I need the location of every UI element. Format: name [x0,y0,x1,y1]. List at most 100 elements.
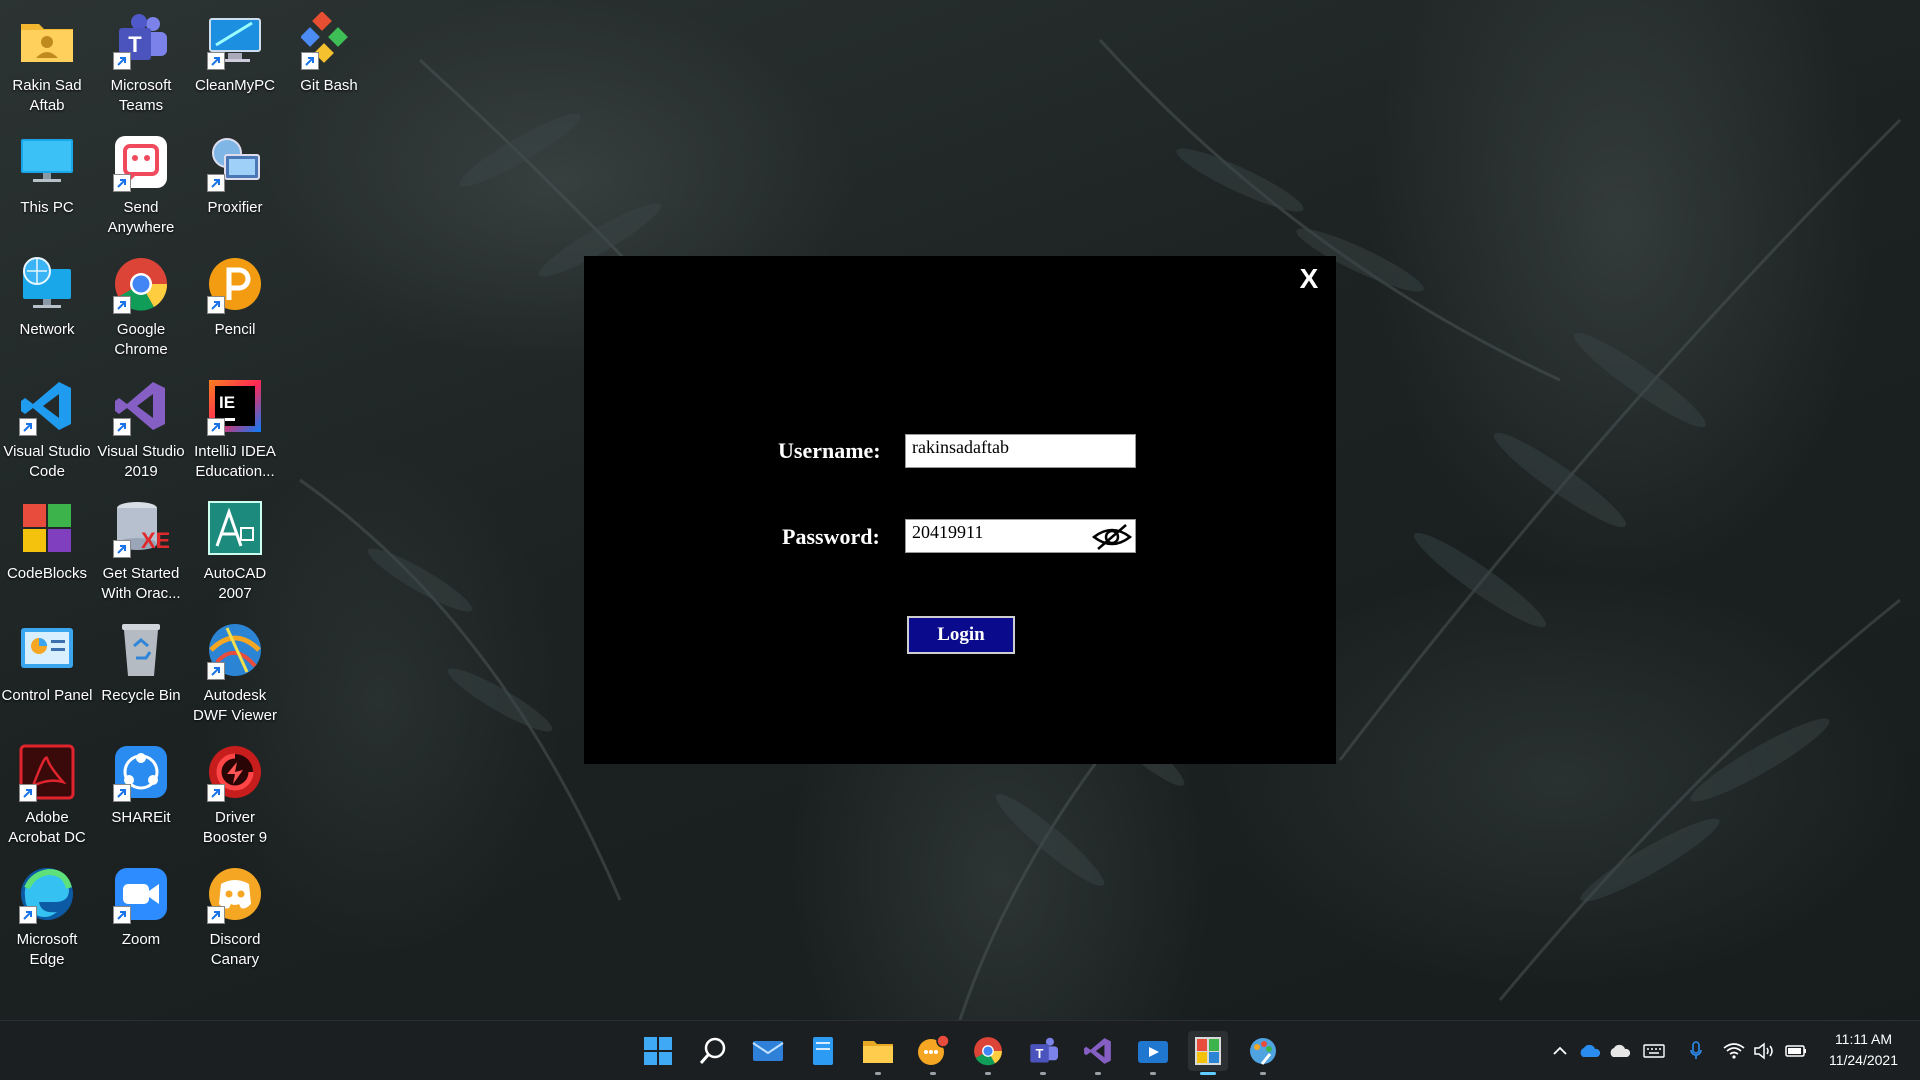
start-icon [644,1037,672,1065]
desktop-icon-label: Visual Studio 2019 [97,443,185,480]
desktop-icon-proxifier[interactable]: Proxifier [188,122,282,240]
shortcut-arrow-icon [207,662,225,680]
tray-wifi[interactable] [1722,1039,1746,1063]
file-explorer-icon [863,1041,893,1063]
desktop-icon-acrobat[interactable]: Adobe Acrobat DC [0,732,94,850]
running-indicator [1095,1072,1101,1075]
desktop-icon-discord-canary[interactable]: Discord Canary [188,854,282,972]
shortcut-arrow-icon [19,906,37,924]
desktop-icon-label: Rakin Sad Aftab [12,77,82,114]
shortcut-arrow-icon [207,784,225,802]
desktop-icon-label: IntelliJ IDEA Education... [194,443,276,480]
start-button[interactable] [638,1031,678,1071]
desktop-icon-label: Send Anywhere [107,199,175,236]
keyboard-icon [1643,1044,1665,1058]
taskbar-chrome[interactable] [968,1031,1008,1075]
oracle-xe-icon: XE [111,498,171,558]
desktop-icon-cleanmypc[interactable]: CleanMyPC [188,0,282,118]
visual-studio-icon [111,376,171,436]
shortcut-arrow-icon [113,296,131,314]
taskbar-teams[interactable]: T [1023,1031,1063,1075]
shortcut-arrow-icon [301,52,319,70]
taskbar-file-explorer[interactable] [858,1031,898,1075]
desktop-icon-network[interactable]: Network [0,244,94,362]
running-indicator [985,1072,991,1075]
shortcut-arrow-icon [113,418,131,436]
paint-icon [1250,1038,1276,1065]
desktop-icon-label: Zoom [121,931,161,948]
photos-app-icon [1195,1037,1221,1065]
desktop-icon-oracle[interactable]: XE Get Started With Orac... [94,488,188,606]
desktop-icon-dwf-viewer[interactable]: Autodesk DWF Viewer [188,610,282,728]
password-field[interactable]: 20419911 [905,519,1136,553]
tray-volume[interactable] [1752,1039,1776,1063]
edge-icon [17,864,77,924]
shortcut-arrow-icon [113,52,131,70]
pencil-icon [205,254,265,314]
desktop-icon-label: Visual Studio Code [3,443,91,480]
desktop-icon-user-folder[interactable]: Rakin Sad Aftab [0,0,94,118]
teams-icon: T [111,10,171,70]
desktop-icon-send-anywhere[interactable]: Send Anywhere [94,122,188,240]
running-indicator [1040,1072,1046,1075]
desktop-icon-label: Pencil [214,321,256,338]
shortcut-arrow-icon [207,174,225,192]
desktop-icon-driver-booster[interactable]: Driver Booster 9 [188,732,282,850]
desktop-icon-shareit[interactable]: SHAREit [94,732,188,850]
shortcut-arrow-icon [207,906,225,924]
taskbar-media-player[interactable] [1133,1031,1173,1075]
desktop-icon-label: CodeBlocks [6,565,88,582]
desktop-icon-zoom[interactable]: Zoom [94,854,188,972]
tray-keyboard[interactable] [1642,1039,1666,1063]
desktop-icon-edge[interactable]: Microsoft Edge [0,854,94,972]
taskbar-visual-studio[interactable] [1078,1031,1118,1075]
close-button[interactable]: X [1294,262,1324,296]
zoom-icon [111,864,171,924]
visual-studio-icon [1084,1038,1111,1064]
eye-slash-icon[interactable] [1091,521,1133,553]
desktop-icon-label: Control Panel [1,687,93,704]
search-button[interactable] [693,1031,733,1071]
taskbar-notepad[interactable] [803,1031,843,1071]
desktop-icon-intellij[interactable]: IE IntelliJ IDEA Education... [188,366,282,484]
taskbar-messenger[interactable] [913,1031,953,1075]
messenger-icon [918,1034,950,1065]
desktop-icon-pencil[interactable]: Pencil [188,244,282,362]
show-hidden-icons-button[interactable] [1548,1039,1572,1063]
desktop-icon-label: This PC [20,199,74,216]
teams-icon: T [1030,1037,1058,1063]
tray-onedrive-business[interactable] [1578,1039,1602,1063]
desktop-icon-label: Google Chrome [114,321,168,358]
desktop-icon-control-panel[interactable]: Control Panel [0,610,94,728]
chrome-icon [974,1037,1002,1066]
desktop-icon-this-pc[interactable]: This PC [0,122,94,240]
taskbar-mail[interactable] [748,1031,788,1071]
desktop-icon-autocad[interactable]: AutoCAD 2007 [188,488,282,606]
desktop-icon-label: Microsoft Edge [16,931,78,968]
proxifier-icon [205,132,265,192]
desktop-icon-visual-studio[interactable]: Visual Studio 2019 [94,366,188,484]
shortcut-arrow-icon [207,52,225,70]
desktop-icon-teams[interactable]: T Microsoft Teams [94,0,188,118]
desktop-icon-label: Driver Booster 9 [202,809,268,846]
desktop-icon-recycle-bin[interactable]: Recycle Bin [94,610,188,728]
desktop-icon-vscode[interactable]: Visual Studio Code [0,366,94,484]
control-panel-icon [17,620,77,680]
taskbar-photos-app[interactable] [1188,1031,1228,1075]
tray-microphone[interactable] [1684,1039,1708,1063]
desktop-icon-git-bash[interactable]: Git Bash [282,0,376,118]
svg-text:IE: IE [219,393,235,412]
tray-battery[interactable] [1784,1039,1808,1063]
desktop-icon-codeblocks[interactable]: CodeBlocks [0,488,94,606]
taskbar-paint[interactable] [1243,1031,1283,1075]
codeblocks-icon [17,498,77,558]
chevron-up-icon [1553,1046,1567,1055]
desktop-icon-chrome[interactable]: Google Chrome [94,244,188,362]
svg-text:XE: XE [141,528,169,553]
login-button[interactable]: Login [907,616,1015,654]
taskbar-clock[interactable]: 11:11 AM 11/24/2021 [1829,1029,1898,1071]
discord-icon [205,864,265,924]
tray-onedrive-personal[interactable] [1608,1039,1632,1063]
username-field[interactable]: rakinsadaftab [905,434,1136,468]
shareit-icon [111,742,171,802]
